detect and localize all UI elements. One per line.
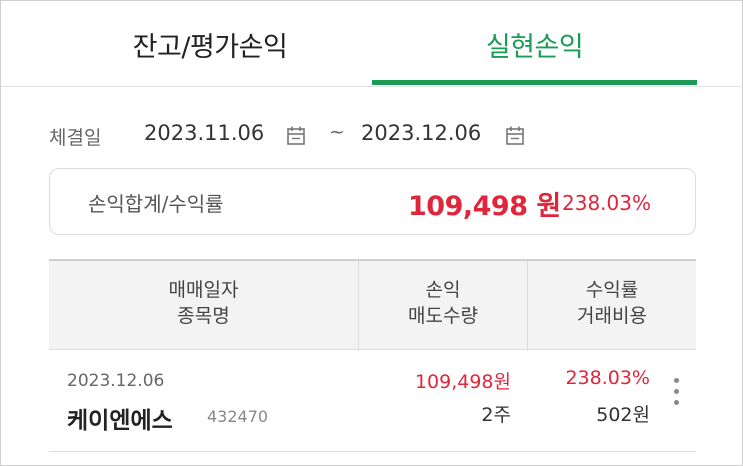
row-stock-code: 432470 — [207, 407, 269, 426]
end-date-field[interactable]: 2023.12.06 — [361, 121, 481, 145]
row-trade-cost: 502원 — [596, 404, 650, 426]
header-stock-name: 종목명 — [177, 305, 230, 327]
row-pl: 109,498원 — [414, 371, 511, 393]
row-stock-name: 케이엔에스 — [67, 408, 173, 434]
tab-realized-pl[interactable]: 실현손익 — [372, 1, 697, 87]
row-sell-qty: 2주 — [481, 404, 511, 426]
row-trade-date: 2023.12.06 — [67, 371, 165, 391]
total-pl-amount: 109,498 원 — [408, 191, 561, 222]
header-pl: 손익 — [425, 279, 461, 301]
total-return-rate: 238.03% — [562, 191, 651, 215]
date-filter-label: 체결일 — [49, 127, 102, 149]
header-pl-qty: 손익 매도수량 — [359, 277, 527, 329]
table-header: 매매일자 종목명 손익 매도수량 수익률 거래비용 — [49, 259, 696, 351]
date-range-separator: ~ — [329, 121, 345, 143]
app-frame: 잔고/평가손익 실현손익 체결일 2023.11.06 ~ 2023.12.06… — [0, 0, 743, 466]
pl-summary-box: 손익합계/수익률 109,498 원 238.03% — [49, 168, 696, 235]
row-return-rate: 238.03% — [565, 367, 650, 389]
calendar-icon[interactable] — [504, 125, 526, 147]
header-rate-fee: 수익률 거래비용 — [528, 277, 696, 329]
summary-label: 손익합계/수익률 — [88, 192, 224, 216]
tab-bar: 잔고/평가손익 실현손익 — [1, 1, 743, 87]
tab-balance-valuation[interactable]: 잔고/평가손익 — [49, 1, 371, 87]
header-return-rate: 수익률 — [585, 279, 639, 301]
realized-pl-table: 매매일자 종목명 손익 매도수량 수익률 거래비용 2023.12.06 케이엔… — [49, 259, 696, 452]
table-row[interactable]: 2023.12.06 케이엔에스 432470 109,498원 2주 238.… — [49, 350, 696, 452]
header-sell-qty: 매도수량 — [408, 305, 478, 327]
start-date-field[interactable]: 2023.11.06 — [144, 121, 264, 145]
calendar-icon[interactable] — [285, 125, 307, 147]
date-filter: 체결일 2023.11.06 ~ 2023.12.06 — [49, 119, 697, 155]
header-trade-date: 매매일자 — [168, 279, 239, 301]
active-tab-indicator — [372, 80, 697, 85]
header-date-name: 매매일자 종목명 — [49, 277, 358, 329]
header-trade-cost: 거래비용 — [577, 305, 647, 327]
more-vertical-icon[interactable] — [669, 374, 683, 410]
